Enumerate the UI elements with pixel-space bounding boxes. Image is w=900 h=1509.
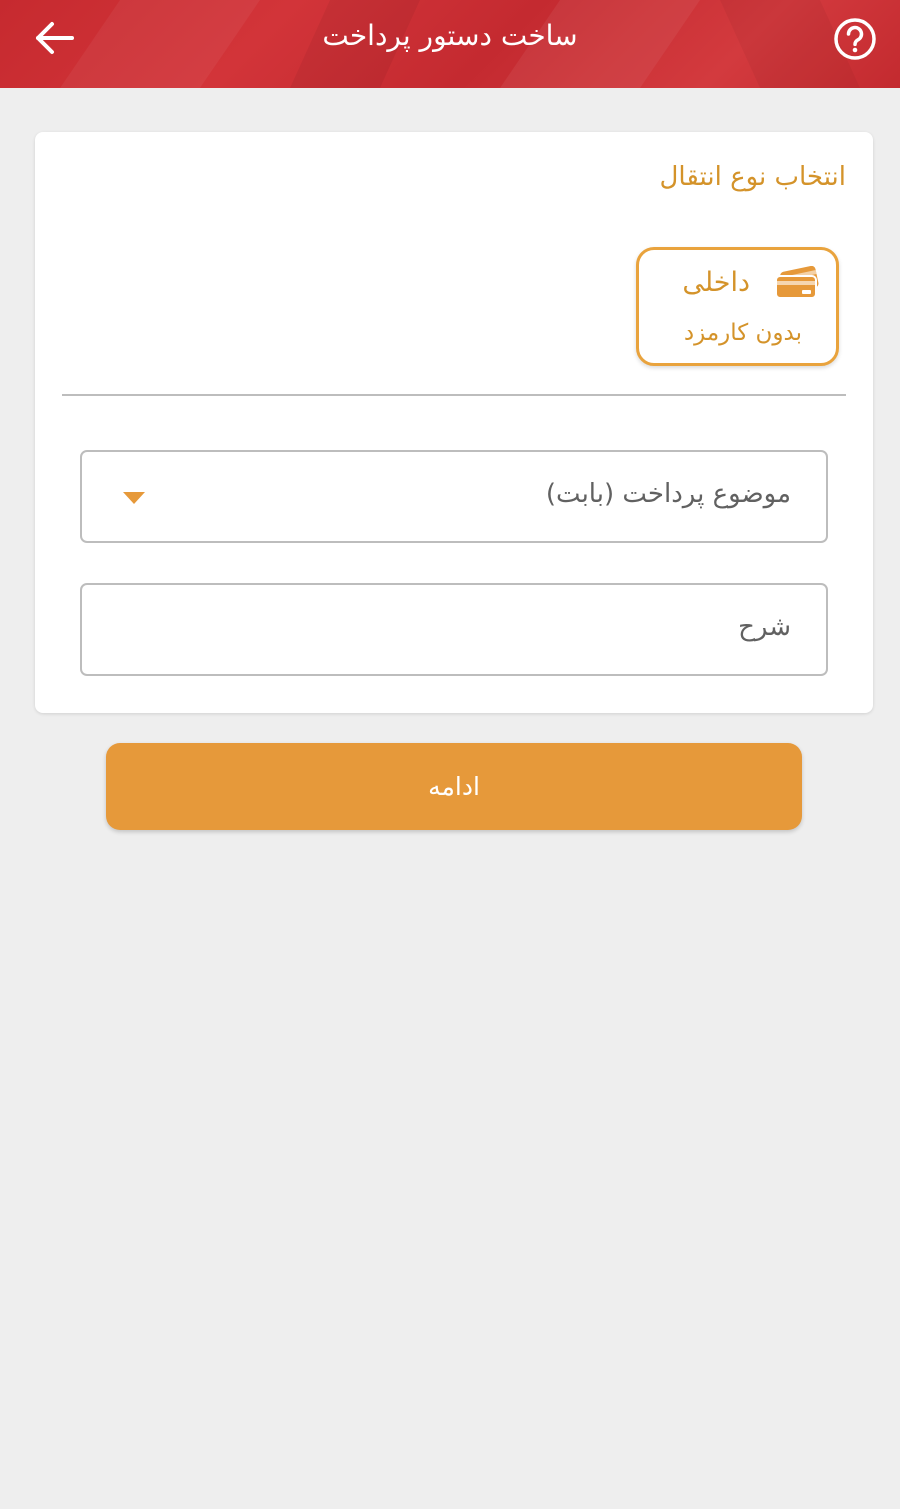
transfer-option-internal[interactable]: داخلی بدون کارمزد: [636, 247, 839, 366]
question-circle-icon: [834, 18, 876, 60]
transfer-option-subtitle: بدون کارمزد: [683, 320, 802, 346]
continue-button[interactable]: ادامه: [106, 743, 802, 830]
app-header: ساخت دستور پرداخت: [0, 0, 900, 88]
description-placeholder: شرح: [738, 612, 791, 642]
transfer-option-title: داخلی: [682, 267, 750, 298]
cards-icon: [775, 266, 819, 299]
payment-order-card: انتخاب نوع انتقال داخلی بدون کارمزد موضو…: [35, 132, 873, 713]
page-title: ساخت دستور پرداخت: [322, 19, 578, 52]
dropdown-arrow-icon: [123, 492, 145, 504]
divider: [62, 394, 846, 396]
payment-subject-placeholder: موضوع پرداخت (بابت): [545, 479, 791, 509]
description-input[interactable]: شرح: [80, 583, 828, 676]
payment-subject-select[interactable]: موضوع پرداخت (بابت): [80, 450, 828, 543]
help-button[interactable]: [832, 16, 878, 62]
transfer-type-title: انتخاب نوع انتقال: [659, 162, 846, 192]
